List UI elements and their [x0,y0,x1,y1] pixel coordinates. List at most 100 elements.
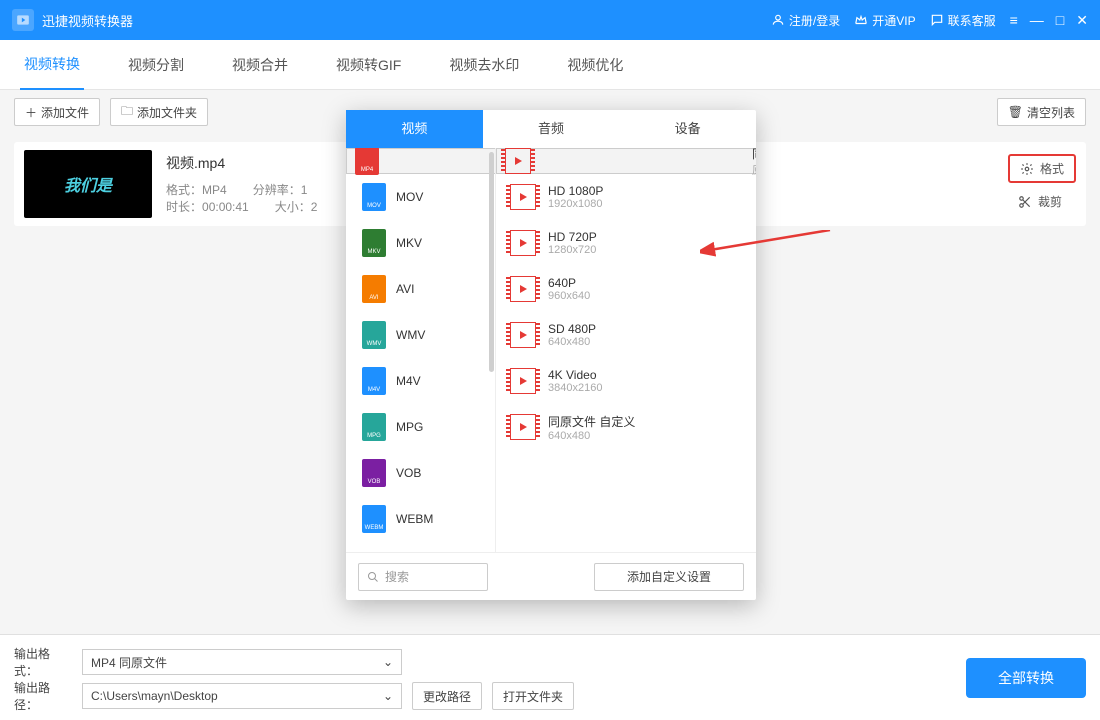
titlebar: 迅捷视频转换器 注册/登录 开通VIP 联系客服 ≡ ― □ ✕ [0,0,1100,40]
chat-icon [930,13,944,27]
crown-icon [854,13,868,27]
film-icon [505,148,531,174]
support-button[interactable]: 联系客服 [930,12,996,29]
file-type-icon [362,459,386,487]
video-thumbnail: 我们是 [24,150,152,218]
film-icon [510,414,536,440]
format-label: MKV [396,236,422,250]
tab-split[interactable]: 视频分割 [124,41,188,89]
resolution-name: SD 480P [548,322,596,336]
output-format-label: 输出格式： [14,645,72,679]
convert-all-button[interactable]: 全部转换 [966,658,1086,698]
file-type-icon [362,321,386,349]
trash-icon: 🗑 [1008,105,1023,119]
format-popup: 视频 音频 设备 MP4 MOV MKV AVI WMV M4V MPG VOB WEBM 同原… [346,110,756,600]
resolution-list[interactable]: 同原文件原视分辨率HD 1080P1920x1080HD 720P1280x72… [496,148,756,552]
resolution-name: HD 720P [548,230,597,244]
clear-list-button[interactable]: 🗑清空列表 [997,98,1086,126]
main-tabs: 视频转换 视频分割 视频合并 视频转GIF 视频去水印 视频优化 [0,40,1100,90]
resolution-item[interactable]: SD 480P640x480 [496,312,756,358]
format-item-mp4[interactable]: MP4 [346,148,496,174]
resolution-item[interactable]: 4K Video3840x2160 [496,358,756,404]
scissors-icon [1018,195,1032,209]
resolution-item[interactable]: HD 720P1280x720 [496,220,756,266]
gear-icon [1020,162,1034,176]
format-item-mpg[interactable]: MPG [346,404,495,450]
bottom-panel: 输出格式： MP4 同原文件 ⌄ 输出路径： C:\Users\mayn\Des… [0,634,1100,720]
resolution-size: 原视分辨率 [752,162,756,178]
file-type-icon [362,505,386,533]
add-custom-button[interactable]: 添加自定义设置 [594,563,744,591]
format-item-avi[interactable]: AVI [346,266,495,312]
tab-merge[interactable]: 视频合并 [228,41,292,89]
resolution-size: 640x480 [548,336,596,348]
format-item-vob[interactable]: VOB [346,450,495,496]
format-item-m4v[interactable]: M4V [346,358,495,404]
scrollbar[interactable] [489,152,494,372]
tab-gif[interactable]: 视频转GIF [332,41,405,89]
resolution-size: 640x480 [548,430,635,442]
add-folder-button[interactable]: 🗀添加文件夹 [110,98,208,126]
search-input[interactable]: 搜索 [358,563,488,591]
resolution-name: 640P [548,276,590,290]
register-login-button[interactable]: 注册/登录 [771,12,840,29]
file-type-icon [362,413,386,441]
resolution-item[interactable]: 同原文件原视分辨率 [496,148,756,174]
menu-icon[interactable]: ≡ [1010,12,1018,29]
output-path-label: 输出路径： [14,679,72,713]
format-item-webm[interactable]: WEBM [346,496,495,542]
add-file-button[interactable]: ＋添加文件 [14,98,100,126]
popup-tab-device[interactable]: 设备 [619,110,756,148]
window-controls: ≡ ― □ ✕ [1010,12,1088,29]
resolution-item[interactable]: HD 1080P1920x1080 [496,174,756,220]
user-icon [771,13,785,27]
file-type-icon [362,229,386,257]
folder-icon: 🗀 [121,102,133,123]
crop-button[interactable]: 裁剪 [1008,189,1076,214]
minimize-icon[interactable]: ― [1030,12,1044,29]
film-icon [510,322,536,348]
popup-tab-audio[interactable]: 音频 [483,110,620,148]
format-list[interactable]: MP4 MOV MKV AVI WMV M4V MPG VOB WEBM [346,148,496,552]
output-format-select[interactable]: MP4 同原文件 ⌄ [82,649,402,675]
film-icon [510,230,536,256]
resolution-item[interactable]: 640P960x640 [496,266,756,312]
close-icon[interactable]: ✕ [1076,12,1088,29]
vip-button[interactable]: 开通VIP [854,12,915,29]
tab-watermark[interactable]: 视频去水印 [445,41,523,89]
format-label: MPG [396,420,423,434]
file-type-icon [355,148,379,175]
app-logo-icon [12,9,34,31]
film-icon [510,184,536,210]
format-item-mkv[interactable]: MKV [346,220,495,266]
film-icon [510,276,536,302]
resolution-size: 3840x2160 [548,382,602,394]
file-type-icon [362,367,386,395]
format-item-wmv[interactable]: WMV [346,312,495,358]
format-item-mov[interactable]: MOV [346,174,495,220]
output-path-field[interactable]: C:\Users\mayn\Desktop ⌄ [82,683,402,709]
popup-tabs: 视频 音频 设备 [346,110,756,148]
resolution-item[interactable]: 同原文件 自定义640x480 [496,404,756,450]
app-title: 迅捷视频转换器 [42,11,133,30]
format-button[interactable]: 格式 [1008,154,1076,183]
chevron-down-icon: ⌄ [383,689,393,703]
maximize-icon[interactable]: □ [1056,12,1064,29]
file-type-icon [362,183,386,211]
format-label: VOB [396,466,421,480]
open-folder-button[interactable]: 打开文件夹 [492,682,574,710]
format-label: MOV [396,190,423,204]
plus-icon: ＋ [25,104,37,121]
resolution-size: 960x640 [548,290,590,302]
resolution-size: 1280x720 [548,244,597,256]
file-type-icon [362,275,386,303]
resolution-name: 同原文件 自定义 [548,413,635,430]
tab-optimize[interactable]: 视频优化 [563,41,627,89]
format-label: WMV [396,328,425,342]
popup-tab-video[interactable]: 视频 [346,110,483,148]
format-label: AVI [396,282,414,296]
tab-convert[interactable]: 视频转换 [20,40,84,90]
change-path-button[interactable]: 更改路径 [412,682,482,710]
search-icon [367,571,379,583]
resolution-name: HD 1080P [548,184,603,198]
